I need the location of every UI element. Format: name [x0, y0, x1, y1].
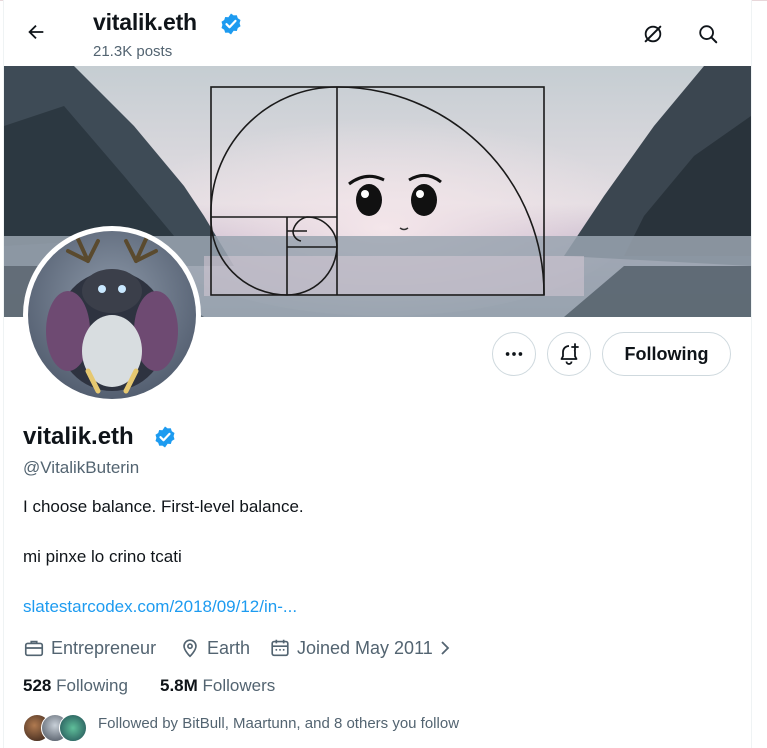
more-button[interactable]	[492, 332, 536, 376]
bio-line: mi pinxe lo crino tcati	[23, 547, 182, 566]
following-count-link[interactable]: 528 Following	[23, 676, 128, 696]
avatar	[59, 714, 87, 742]
joined-text: Joined May 2011	[297, 637, 433, 658]
location-item: Earth	[179, 636, 250, 660]
verified-badge-icon	[221, 13, 241, 35]
followed-by-text[interactable]: Followed by BitBull, Maartunn, and 8 oth…	[98, 715, 459, 732]
followers-label: Followers	[202, 676, 276, 695]
followers-count: 5.8M	[160, 676, 198, 695]
back-arrow-icon	[28, 24, 44, 40]
following-button[interactable]: Following	[602, 332, 731, 376]
notify-bell-icon	[560, 343, 579, 365]
joined-item[interactable]: Joined May 2011	[269, 636, 453, 660]
right-border	[751, 0, 752, 748]
grok-button[interactable]	[635, 16, 671, 52]
following-label: Following	[56, 676, 128, 695]
followed-by-avatars[interactable]	[23, 714, 87, 742]
followers-count-link[interactable]: 5.8M Followers	[160, 676, 275, 696]
profession-item: Entrepreneur	[23, 636, 156, 660]
profile-avatar[interactable]	[23, 226, 201, 404]
location-text: Earth	[207, 637, 251, 658]
chevron-right-icon	[441, 641, 450, 655]
search-button[interactable]	[690, 16, 726, 52]
notify-button[interactable]	[547, 332, 591, 376]
more-icon	[505, 352, 523, 356]
profile-display-name: vitalik.eth	[23, 423, 134, 450]
profile-header: vitalik.eth 21.3K posts	[4, 0, 751, 66]
profile-handle: @VitalikButerin	[23, 458, 140, 477]
following-count: 528	[23, 676, 52, 695]
post-count: 21.3K posts	[93, 43, 173, 60]
grok-icon	[644, 25, 662, 43]
profile-link[interactable]: slatestarcodex.com/2018/09/12/in-...	[23, 597, 297, 617]
profession-text: Entrepreneur	[51, 637, 157, 658]
verified-badge-icon	[155, 426, 175, 448]
location-pin-icon	[183, 639, 197, 658]
header-display-name: vitalik.eth	[93, 9, 197, 35]
back-button[interactable]	[18, 14, 54, 50]
briefcase-icon	[24, 640, 44, 657]
bio-line: I choose balance. First-level balance.	[23, 497, 304, 516]
search-icon	[699, 25, 718, 44]
calendar-icon	[271, 639, 289, 657]
